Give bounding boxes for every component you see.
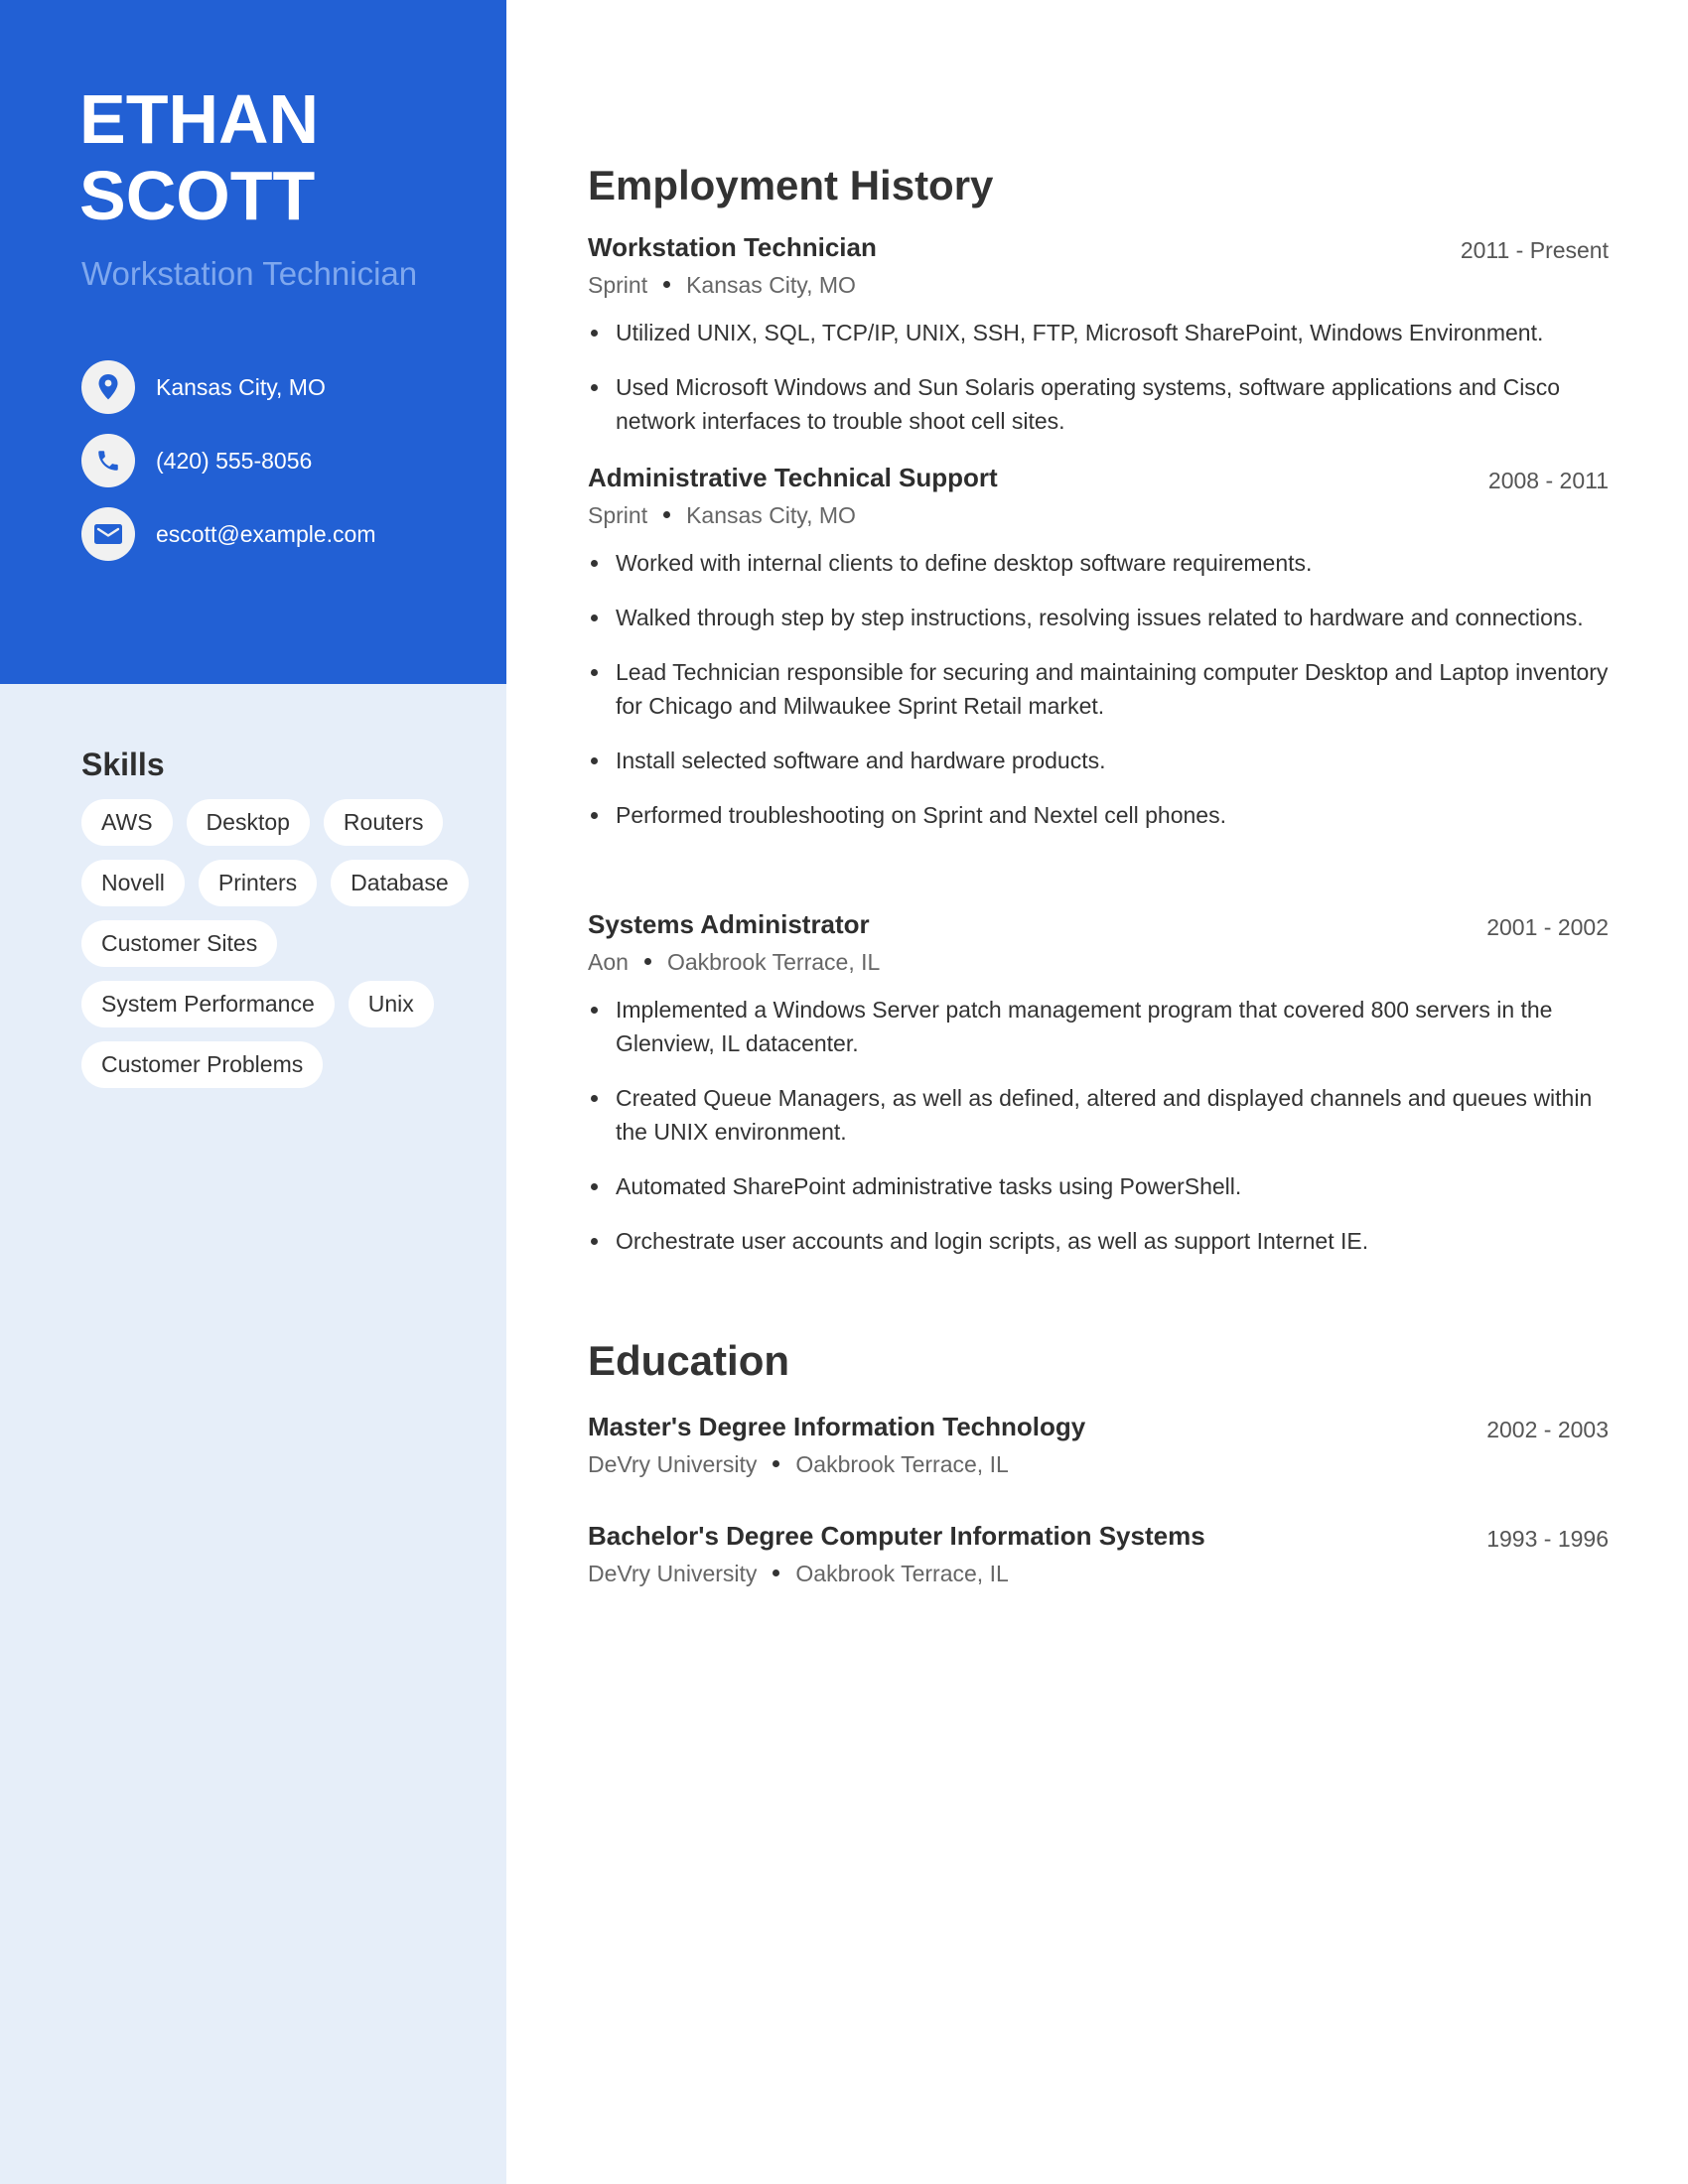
education-heading: Education [588,1337,790,1384]
contact-email: escott@example.com [81,507,376,561]
skill-tag: System Performance [81,981,335,1027]
separator-dot-icon [773,1460,780,1468]
skill-tag: Novell [81,860,185,906]
job-meta: Aon Oakbrook Terrace, IL [588,945,1609,979]
skill-tag: AWS [81,799,173,846]
job-entry: Workstation Technician 2011 - Present Sp… [588,230,1609,459]
education-meta: DeVry University Oakbrook Terrace, IL [588,1447,1609,1481]
job-location: Kansas City, MO [686,502,856,528]
education-entry: Bachelor's Degree Computer Information S… [588,1519,1609,1590]
employment-heading: Employment History [588,162,994,208]
degree-title: Bachelor's Degree Computer Information S… [588,1521,1205,1551]
contact-email-text[interactable]: escott@example.com [156,521,376,548]
school-name: DeVry University [588,1451,758,1477]
job-title: Systems Administrator [588,909,870,939]
job-bullets: Worked with internal clients to define d… [588,546,1609,832]
job-company: Sprint [588,502,648,528]
job-meta: Sprint Kansas City, MO [588,268,1609,302]
job-company: Aon [588,949,629,975]
skill-tag: Customer Problems [81,1041,324,1088]
skill-tag: Desktop [186,799,310,846]
job-meta: Sprint Kansas City, MO [588,498,1609,532]
bullet-item: Worked with internal clients to define d… [588,546,1609,580]
job-dates: 2008 - 2011 [1487,468,1609,493]
last-name: SCOTT [79,157,316,234]
skill-tag: Unix [348,981,434,1027]
map-pin-icon [81,360,135,414]
job-dates: 2001 - 2002 [1486,914,1609,940]
job-entry: Systems Administrator 2001 - 2002 Aon Oak… [588,907,1609,1279]
job-title: Workstation Technician [588,232,877,262]
phone-icon [81,434,135,487]
separator-dot-icon [663,281,671,289]
separator-dot-icon [773,1570,780,1577]
bullet-item: Orchestrate user accounts and login scri… [588,1224,1609,1258]
first-name: ETHAN [79,80,320,158]
job-bullets: Utilized UNIX, SQL, TCP/IP, UNIX, SSH, F… [588,316,1609,438]
job-entry: Administrative Technical Support 2008 - … [588,461,1609,853]
job-bullets: Implemented a Windows Server patch manag… [588,993,1609,1258]
skills-list: AWS Desktop Routers Novell Printers Data… [81,799,479,1088]
job-location: Oakbrook Terrace, IL [666,949,881,975]
candidate-name: ETHAN SCOTT [79,81,319,234]
bullet-item: Used Microsoft Windows and Sun Solaris o… [588,370,1609,438]
contact-location: Kansas City, MO [81,360,376,414]
education-dates: 2002 - 2003 [1486,1417,1609,1442]
contact-list: Kansas City, MO (420) 555-8056 escott@ex… [81,360,376,581]
skills-heading: Skills [81,747,165,782]
school-location: Oakbrook Terrace, IL [795,1451,1009,1477]
education-meta: DeVry University Oakbrook Terrace, IL [588,1557,1609,1590]
job-location: Kansas City, MO [686,272,856,298]
school-location: Oakbrook Terrace, IL [795,1561,1009,1586]
job-dates: 2011 - Present [1460,237,1609,263]
contact-phone-text: (420) 555-8056 [156,447,313,474]
education-entry: Master's Degree Information Technology 2… [588,1410,1609,1481]
skill-tag: Printers [198,860,318,906]
skill-tag: Customer Sites [81,920,278,967]
contact-location-text: Kansas City, MO [156,373,326,400]
bullet-item: Install selected software and hardware p… [588,744,1609,777]
separator-dot-icon [643,958,651,966]
education-dates: 1993 - 1996 [1486,1526,1609,1552]
job-company: Sprint [588,272,648,298]
skill-tag: Database [331,860,469,906]
sidebar-header: ETHAN SCOTT Workstation Technician Kansa… [0,0,506,684]
bullet-item: Automated SharePoint administrative task… [588,1169,1609,1203]
job-title: Administrative Technical Support [588,463,998,492]
bullet-item: Utilized UNIX, SQL, TCP/IP, UNIX, SSH, F… [588,316,1609,349]
mail-icon [81,507,135,561]
bullet-item: Walked through step by step instructions… [588,601,1609,634]
school-name: DeVry University [588,1561,758,1586]
bullet-item: Performed troubleshooting on Sprint and … [588,798,1609,832]
contact-phone: (420) 555-8056 [81,434,376,487]
bullet-item: Lead Technician responsible for securing… [588,655,1609,723]
sidebar: ETHAN SCOTT Workstation Technician Kansa… [0,0,506,2184]
degree-title: Master's Degree Information Technology [588,1412,1086,1441]
separator-dot-icon [663,511,671,519]
bullet-item: Created Queue Managers, as well as defin… [588,1081,1609,1149]
job-title: Workstation Technician [81,255,418,292]
bullet-item: Implemented a Windows Server patch manag… [588,993,1609,1060]
skill-tag: Routers [323,799,444,846]
